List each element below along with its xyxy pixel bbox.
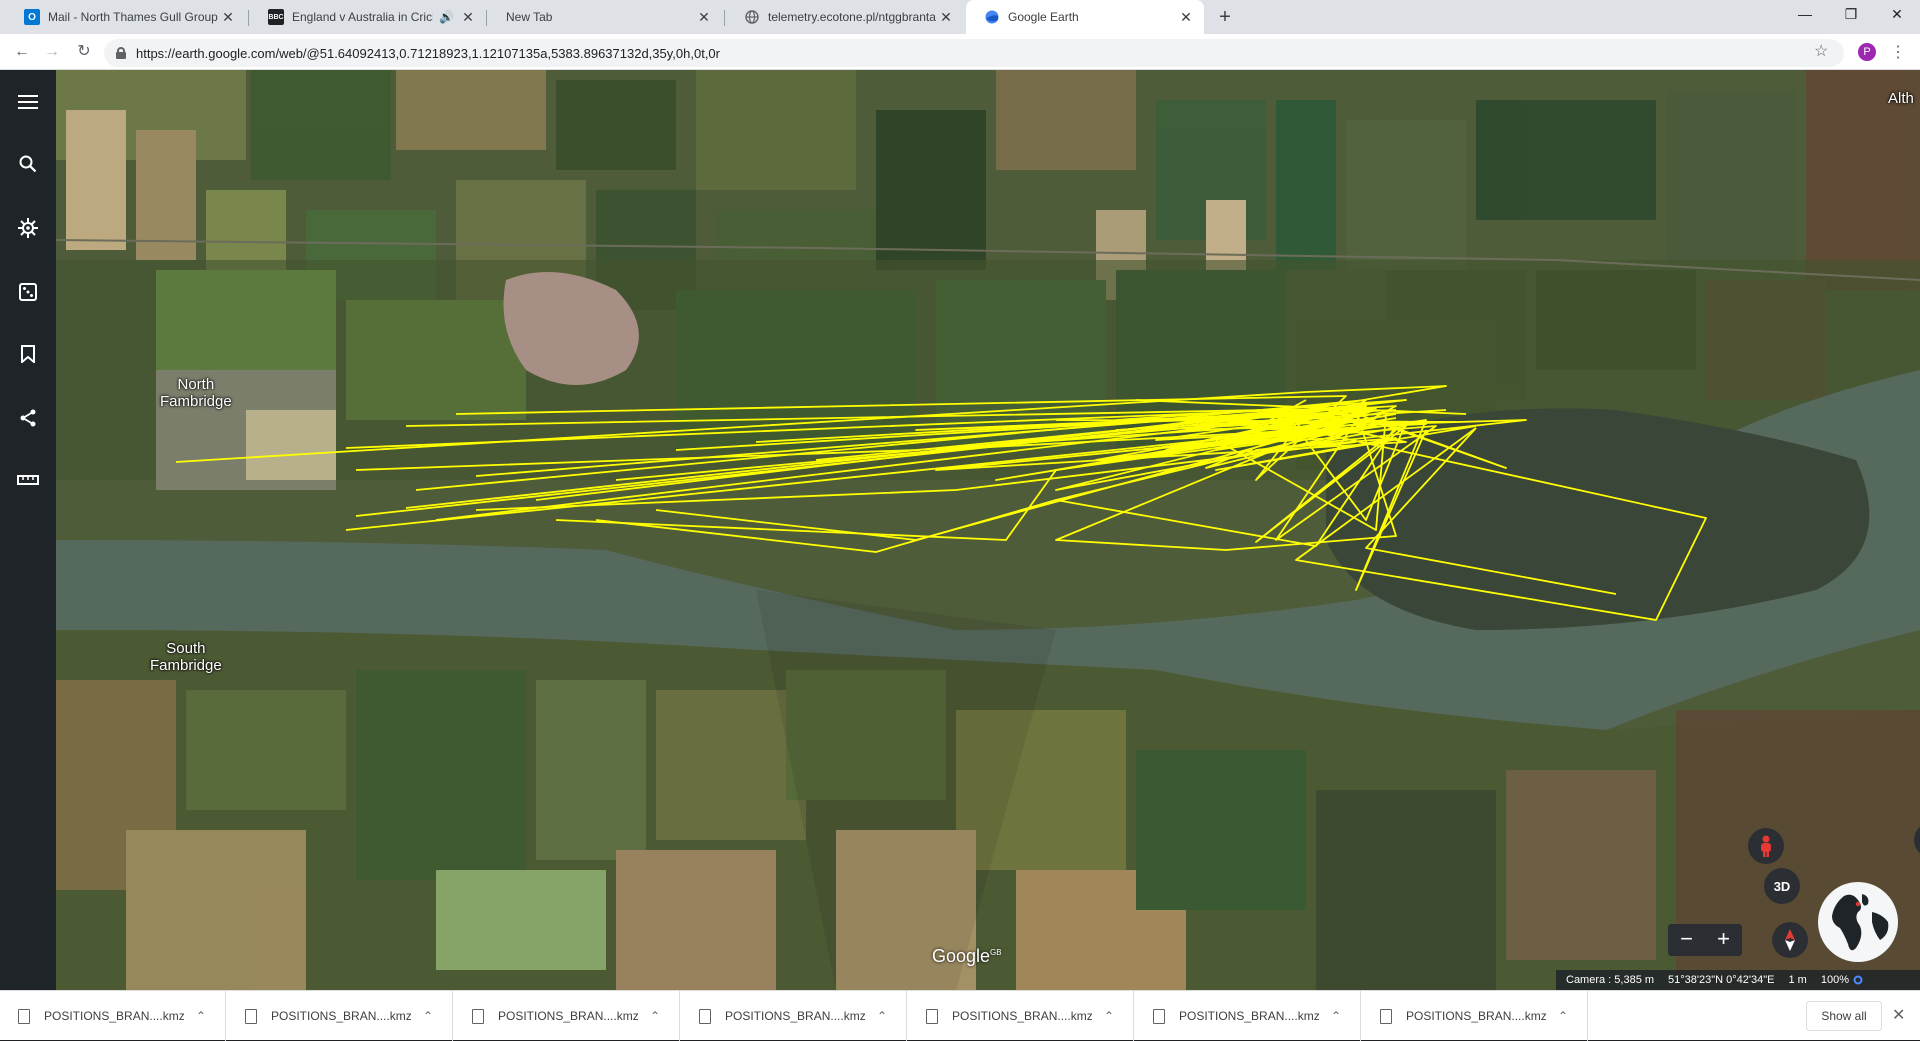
- download-item[interactable]: POSITIONS_BRAN....kmz ⌃: [908, 991, 1134, 1041]
- feeling-lucky-dice-icon[interactable]: [14, 278, 42, 306]
- place-label-north-fambridge: North Fambridge: [160, 376, 232, 410]
- globe-overview-icon[interactable]: [1818, 882, 1898, 962]
- chevron-up-icon[interactable]: ⌃: [423, 1009, 433, 1023]
- download-item[interactable]: POSITIONS_BRAN....kmz ⌃: [1135, 991, 1361, 1041]
- reload-button[interactable]: ↻: [72, 40, 96, 64]
- download-shelf: POSITIONS_BRAN....kmz ⌃ POSITIONS_BRAN..…: [0, 990, 1920, 1041]
- file-icon: [18, 1008, 30, 1024]
- chevron-up-icon[interactable]: ⌃: [877, 1009, 887, 1023]
- place-label-top-right: Alth: [1888, 90, 1914, 107]
- chevron-up-icon[interactable]: ⌃: [1558, 1009, 1568, 1023]
- download-item[interactable]: POSITIONS_BRAN....kmz ⌃: [227, 991, 453, 1041]
- close-icon[interactable]: ✕: [696, 9, 712, 26]
- bookmark-star-icon[interactable]: ☆: [1814, 41, 1828, 61]
- chevron-up-icon[interactable]: ⌃: [1331, 1009, 1341, 1023]
- forward-button[interactable]: →: [40, 40, 64, 64]
- tab-title: telemetry.ecotone.pl/ntggbranta: [768, 10, 936, 24]
- download-item[interactable]: POSITIONS_BRAN....kmz ⌃: [0, 991, 226, 1041]
- search-icon[interactable]: [14, 150, 42, 178]
- close-icon[interactable]: ✕: [220, 9, 236, 26]
- chevron-up-icon[interactable]: ⌃: [196, 1009, 206, 1023]
- tab-google-earth[interactable]: Google Earth ✕: [966, 0, 1204, 34]
- download-item[interactable]: POSITIONS_BRAN....kmz ⌃: [681, 991, 907, 1041]
- ruler-measure-icon[interactable]: [14, 466, 42, 494]
- zoom-controls: − +: [1668, 924, 1742, 956]
- bbc-icon: BBC: [268, 9, 284, 25]
- tab-mail[interactable]: O Mail - North Thames Gull Group ✕: [6, 0, 246, 34]
- browser-toolbar: ← → ↻ https://earth.google.com/web/@51.6…: [0, 34, 1920, 70]
- camera-altitude: Camera : 5,385 m: [1566, 974, 1655, 986]
- speaker-icon[interactable]: 🔊: [439, 10, 454, 24]
- close-window-button[interactable]: ✕: [1874, 0, 1920, 30]
- new-tab-button[interactable]: +: [1213, 5, 1237, 29]
- google-earth-icon: [984, 9, 1000, 25]
- imagery-loading-percent: 100%: [1820, 974, 1849, 986]
- download-file-name[interactable]: POSITIONS_BRAN....kmz: [725, 1009, 865, 1023]
- file-icon: [926, 1008, 938, 1024]
- restore-button[interactable]: ❐: [1828, 0, 1874, 30]
- menu-kebab-icon[interactable]: ⋮: [1890, 42, 1906, 62]
- profile-avatar[interactable]: P: [1858, 43, 1876, 61]
- close-shelf-icon[interactable]: ✕: [1892, 1005, 1905, 1025]
- file-icon: [472, 1008, 484, 1024]
- tab-new-tab[interactable]: New Tab ✕: [488, 0, 722, 34]
- tab-title: New Tab: [506, 10, 553, 24]
- download-file-name[interactable]: POSITIONS_BRAN....kmz: [1406, 1009, 1546, 1023]
- tab-separator: [486, 10, 487, 26]
- url-text[interactable]: https://earth.google.com/web/@51.6409241…: [136, 46, 720, 61]
- zoom-out-button[interactable]: −: [1668, 924, 1705, 956]
- tab-title: Mail - North Thames Gull Group: [48, 10, 218, 24]
- compass-icon[interactable]: [1772, 922, 1808, 958]
- file-icon: [1380, 1008, 1392, 1024]
- close-icon[interactable]: ✕: [460, 9, 476, 26]
- close-icon[interactable]: ✕: [1178, 9, 1194, 26]
- download-file-name[interactable]: POSITIONS_BRAN....kmz: [498, 1009, 638, 1023]
- google-logo-region: GB: [990, 948, 1002, 957]
- voyager-wheel-icon[interactable]: [14, 214, 42, 242]
- google-logo-text: Google: [932, 946, 991, 966]
- tab-title: Google Earth: [1008, 10, 1079, 24]
- tab-separator: [248, 10, 249, 26]
- close-icon[interactable]: ✕: [938, 9, 954, 26]
- zoom-in-button[interactable]: +: [1705, 924, 1742, 956]
- download-item[interactable]: POSITIONS_BRAN....kmz ⌃: [454, 991, 680, 1041]
- share-icon[interactable]: [14, 404, 42, 432]
- tab-strip: O Mail - North Thames Gull Group ✕ BBC E…: [0, 0, 1920, 34]
- lock-icon[interactable]: [116, 47, 126, 59]
- bird-track-lines: [175, 385, 1707, 621]
- gps-track-overlay: [175, 385, 1707, 621]
- chevron-up-icon[interactable]: ⌃: [650, 1009, 660, 1023]
- satellite-map-view[interactable]: North Fambridge South Fambridge Alth Goo…: [56, 70, 1920, 990]
- show-all-downloads-button[interactable]: Show all: [1806, 1001, 1882, 1031]
- tab-separator: [724, 10, 725, 26]
- download-item[interactable]: POSITIONS_BRAN....kmz ⌃: [1362, 991, 1588, 1041]
- earth-sidebar: [0, 70, 56, 990]
- download-file-name[interactable]: POSITIONS_BRAN....kmz: [271, 1009, 411, 1023]
- tab-cricket[interactable]: BBC England v Australia in Cricket 🔊 ✕: [250, 0, 486, 34]
- download-file-name[interactable]: POSITIONS_BRAN....kmz: [1179, 1009, 1319, 1023]
- status-bar: Camera : 5,385 m 51°38'23"N 0°42'34"E 1 …: [1556, 970, 1920, 990]
- download-file-name[interactable]: POSITIONS_BRAN....kmz: [952, 1009, 1092, 1023]
- address-bar[interactable]: https://earth.google.com/web/@51.6409241…: [104, 39, 1844, 67]
- 3d-toggle-button[interactable]: 3D: [1764, 868, 1800, 904]
- elevation-readout: 1 m: [1788, 974, 1807, 986]
- tab-telemetry[interactable]: telemetry.ecotone.pl/ntggbranta ✕: [726, 0, 964, 34]
- file-icon: [1153, 1008, 1165, 1024]
- loading-ring-icon: [1853, 975, 1863, 985]
- projects-bookmark-icon[interactable]: [14, 340, 42, 368]
- globe-icon: [744, 9, 760, 25]
- outlook-icon: O: [24, 9, 40, 25]
- download-file-name[interactable]: POSITIONS_BRAN....kmz: [44, 1009, 184, 1023]
- chevron-up-icon[interactable]: ⌃: [1104, 1009, 1114, 1023]
- menu-icon[interactable]: [14, 88, 42, 116]
- file-icon: [699, 1008, 711, 1024]
- file-icon: [245, 1008, 257, 1024]
- place-label-south-fambridge: South Fambridge: [150, 640, 222, 674]
- google-logo: GoogleGB: [932, 946, 1002, 967]
- minimize-button[interactable]: —: [1782, 0, 1828, 30]
- cursor-coordinates: 51°38'23"N 0°42'34"E: [1668, 974, 1775, 986]
- back-button[interactable]: ←: [10, 40, 34, 64]
- tab-title: England v Australia in Cricket: [292, 10, 434, 24]
- pegman-street-view-icon[interactable]: [1748, 828, 1784, 864]
